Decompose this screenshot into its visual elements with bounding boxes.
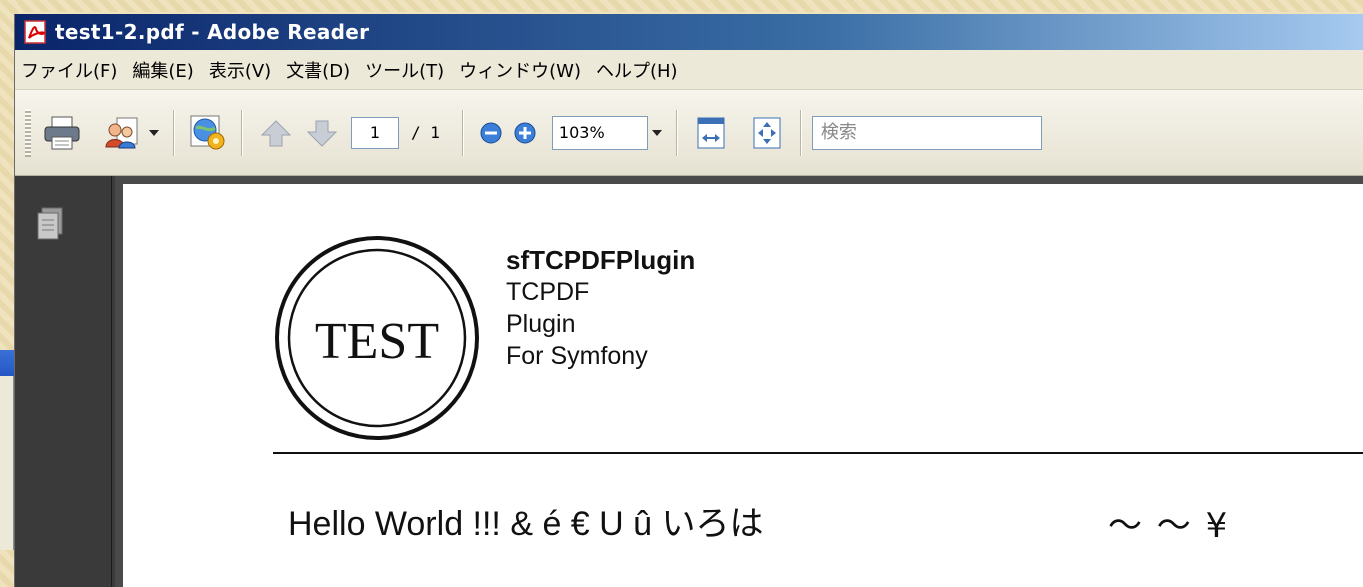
toolbar-separator: [241, 109, 243, 156]
page-total: / 1: [411, 123, 440, 142]
horizontal-rule: [273, 452, 1363, 454]
desktop-background: [0, 0, 1363, 12]
previous-page-button[interactable]: [253, 110, 299, 156]
arrow-down-icon: [306, 120, 338, 147]
heading-line: For Symfony: [506, 342, 648, 370]
body-text: Hello World !!! & é € U û いろは: [288, 505, 764, 543]
symbols-text: ～ ～ ¥: [1108, 506, 1230, 546]
fit-width-button[interactable]: [688, 110, 734, 156]
search-input[interactable]: 検索: [811, 115, 1042, 150]
zoom-in-button[interactable]: [508, 110, 542, 156]
toolbar-separator: [799, 109, 802, 156]
heading-line: TCPDF: [506, 278, 590, 306]
content-area: TEST sfTCPDFPlugin TCPDF Plugin For Symf…: [15, 176, 1363, 587]
menu-bar: ファイル(F) 編集(E) 表示(V) 文書(D) ツール(T) ウィンドウ(W…: [15, 50, 1363, 90]
test-logo: TEST: [275, 236, 479, 440]
window-title: test1-2.pdf - Adobe Reader: [55, 20, 370, 44]
document-title: sfTCPDFPlugin: [506, 245, 696, 275]
adobe-reader-window: test1-2.pdf - Adobe Reader ファイル(F) 編集(E)…: [14, 14, 1363, 587]
toolbar-grip[interactable]: [25, 108, 31, 157]
pdf-icon: [24, 20, 46, 44]
arrow-up-icon: [260, 119, 292, 146]
menu-view[interactable]: 表示(V): [207, 57, 284, 83]
chevron-down-icon: [651, 129, 662, 136]
plus-circle-icon: [514, 122, 536, 143]
menu-edit[interactable]: 編集(E): [130, 57, 206, 83]
title-bar[interactable]: test1-2.pdf - Adobe Reader: [15, 14, 1363, 50]
secure-button[interactable]: [185, 110, 231, 156]
pdf-page: TEST sfTCPDFPlugin TCPDF Plugin For Symf…: [123, 184, 1363, 587]
fit-page-button[interactable]: [744, 110, 790, 156]
zoom-out-button[interactable]: [474, 110, 508, 156]
toolbar-separator: [461, 109, 464, 156]
zoom-dropdown[interactable]: [648, 110, 666, 156]
pages-icon[interactable]: [35, 206, 65, 242]
menu-document[interactable]: 文書(D): [284, 57, 363, 83]
minus-circle-icon: [480, 122, 502, 143]
gear-globe-icon: [190, 115, 225, 149]
document-heading: sfTCPDFPlugin TCPDF Plugin For Symfony: [506, 244, 695, 372]
toolbar: 1 / 1 103% 検索: [15, 90, 1363, 176]
menu-file[interactable]: ファイル(F): [19, 57, 130, 83]
collaborate-button[interactable]: [99, 110, 145, 156]
toolbar-separator: [675, 109, 678, 156]
printer-icon: [44, 116, 80, 149]
background-window[interactable]: [0, 350, 14, 550]
print-button[interactable]: [39, 110, 85, 156]
zoom-level-input[interactable]: 103%: [551, 115, 648, 150]
document-view[interactable]: TEST sfTCPDFPlugin TCPDF Plugin For Symf…: [115, 176, 1363, 587]
toolbar-separator: [173, 109, 175, 156]
menu-tools[interactable]: ツール(T): [363, 57, 457, 83]
next-page-button[interactable]: [299, 110, 345, 156]
page-number-input[interactable]: 1: [351, 116, 399, 149]
people-icon: [105, 117, 138, 148]
heading-line: Plugin: [506, 310, 576, 338]
fit-page-icon: [753, 117, 781, 148]
menu-help[interactable]: ヘルプ(H): [594, 57, 691, 83]
navigation-panel: [15, 176, 112, 587]
menu-window[interactable]: ウィンドウ(W): [457, 57, 594, 83]
chevron-down-icon: [149, 129, 159, 136]
fit-width-icon: [697, 117, 725, 148]
logo-text: TEST: [315, 313, 439, 370]
collaborate-dropdown[interactable]: [145, 110, 163, 156]
